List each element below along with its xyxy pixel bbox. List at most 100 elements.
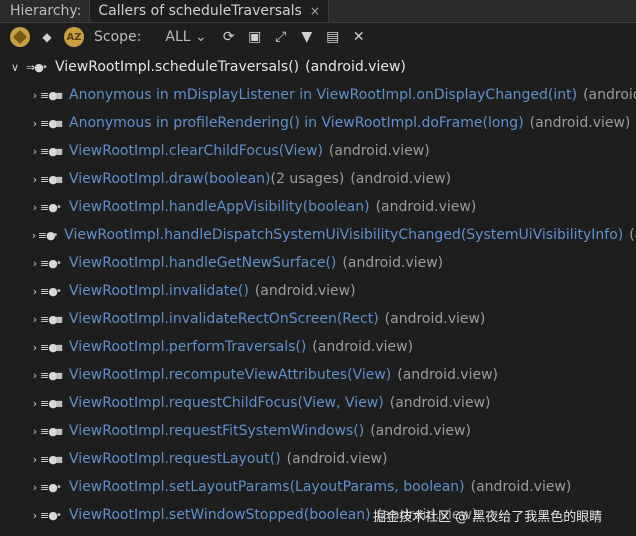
method-name: ViewRootImpl.requestLayout() <box>69 451 281 467</box>
package-name: (android.view) <box>583 87 636 103</box>
package-name: (android.view) <box>384 311 486 327</box>
lock-icon: ■ <box>55 398 63 408</box>
caller-row[interactable]: › ≡● ■ Anonymous in mDisplayListener in Vie… <box>30 82 636 108</box>
package-name: (android.view) <box>375 199 477 215</box>
method-icon: ≡● <box>40 116 58 130</box>
chevron-right-icon[interactable]: › <box>30 397 40 410</box>
caller-row[interactable]: › ≡● • ViewRootImpl.handleGetNewSurface() (a… <box>30 250 636 276</box>
refresh-icon[interactable]: ⟳ <box>219 29 239 45</box>
method-name: ViewRootImpl.setWindowStopped(boolean) <box>69 507 371 523</box>
method-icon: ≡● <box>40 172 58 186</box>
method-name: ViewRootImpl.requestFitSystemWindows() <box>69 423 365 439</box>
root-node[interactable]: ∨ ⇒● • ViewRootImpl.scheduleTraversals()… <box>10 54 636 80</box>
chevron-right-icon[interactable]: › <box>30 257 40 270</box>
caller-row[interactable]: › ≡● • ViewRootImpl.handleAppVisibility(boo… <box>30 194 636 220</box>
lock-icon: ■ <box>55 342 63 352</box>
chevron-right-icon[interactable]: › <box>30 313 40 326</box>
expand-icon[interactable]: ⤢ <box>271 29 291 45</box>
caller-row[interactable]: › ≡● ■ ViewRootImpl.draw(boolean) (2 usages)… <box>30 166 636 192</box>
chevron-right-icon[interactable]: › <box>30 145 40 158</box>
method-icon: ≡● <box>40 312 58 326</box>
close-icon[interactable]: ✕ <box>349 29 369 45</box>
sort-alphabetically-icon[interactable]: AZ <box>64 27 84 47</box>
package-name: (android.view) <box>328 143 430 159</box>
package-name: (android.view) <box>312 339 414 355</box>
callee-hierarchy-icon[interactable]: ◆ <box>40 30 54 44</box>
method-name: ViewRootImpl.clearChildFocus(View) <box>69 143 323 159</box>
caller-row[interactable]: › ≡● • ViewRootImpl.setLayoutParams(LayoutP… <box>30 474 636 500</box>
method-name: Anonymous in profileRendering() in ViewR… <box>69 115 524 131</box>
tab-bar: Hierarchy: Callers of scheduleTraversals… <box>0 0 636 23</box>
method-icon: ≡● <box>40 508 58 522</box>
lock-icon: ■ <box>55 314 63 324</box>
method-icon: ≡● <box>40 368 58 382</box>
lock-icon: ■ <box>55 118 63 128</box>
modifier-dot-icon: • <box>42 61 48 73</box>
package-name: (android.view) <box>286 451 388 467</box>
call-hierarchy-tree: ∨ ⇒● • ViewRootImpl.scheduleTraversals()… <box>0 53 636 536</box>
modifier-dot-icon: • <box>56 509 62 521</box>
method-icon: ≡● <box>37 228 56 242</box>
method-icon: ≡● <box>40 340 58 354</box>
caller-row[interactable]: › ≡● ■ ViewRootImpl.performTraversals() (and… <box>30 334 636 360</box>
modifier-dot-icon: • <box>56 257 62 269</box>
chevron-right-icon[interactable]: › <box>30 509 40 522</box>
caller-row[interactable]: › ≡● ■ ViewRootImpl.clearChildFocus(View) (a… <box>30 138 636 164</box>
chevron-right-icon[interactable]: › <box>30 173 40 186</box>
chevron-right-icon[interactable]: › <box>30 481 40 494</box>
chevron-right-icon[interactable]: › <box>30 201 40 214</box>
hierarchy-label: Hierarchy: <box>10 3 82 19</box>
method-name: ViewRootImpl.performTraversals() <box>69 339 307 355</box>
package-name: (android.view) <box>350 171 452 187</box>
export-icon[interactable]: ▤ <box>323 29 343 45</box>
chevron-right-icon[interactable]: › <box>30 369 40 382</box>
modifier-dot-icon: • <box>56 285 62 297</box>
chevron-right-icon[interactable]: › <box>30 229 38 242</box>
modifier-dot-icon: • <box>56 201 62 213</box>
package-name: (android.view) <box>529 115 631 131</box>
caller-hierarchy-icon[interactable] <box>10 27 30 47</box>
caller-row[interactable]: › ≡● • ViewRootImpl.handleDispatchSystemUiV… <box>30 222 636 248</box>
method-name: ViewRootImpl.recomputeViewAttributes(Vie… <box>69 367 392 383</box>
chevron-down-icon[interactable]: ∨ <box>10 61 20 74</box>
package-name: (android.view) <box>305 59 406 75</box>
chevron-down-icon: ⌄ <box>195 29 207 45</box>
lock-icon: ■ <box>55 426 63 436</box>
caller-row[interactable]: › ≡● ■ ViewRootImpl.requestLayout() (android… <box>30 446 636 472</box>
method-name: ViewRootImpl.invalidateRectOnScreen(Rect… <box>69 311 379 327</box>
caller-row[interactable]: › ≡● • ViewRootImpl.invalidate() (android.vi… <box>30 278 636 304</box>
tab-close-icon[interactable]: × <box>310 4 320 18</box>
method-name: ViewRootImpl.setLayoutParams(LayoutParam… <box>69 479 465 495</box>
method-icon: ≡● <box>40 88 58 102</box>
method-icon: ≡● <box>40 200 58 214</box>
package-name: (android.view) <box>389 395 491 411</box>
method-name: ViewRootImpl.handleDispatchSystemUiVisib… <box>64 227 624 243</box>
caller-row[interactable]: › ≡● ■ ViewRootImpl.recomputeViewAttributes… <box>30 362 636 388</box>
package-name: (android.view) <box>470 479 572 495</box>
chevron-right-icon[interactable]: › <box>30 453 40 466</box>
tab-callers-of-scheduletraversals[interactable]: Callers of scheduleTraversals × <box>89 0 329 22</box>
method-name: ViewRootImpl.invalidate() <box>69 283 249 299</box>
chevron-right-icon[interactable]: › <box>30 89 40 102</box>
caller-row[interactable]: › ≡● ■ ViewRootImpl.requestFitSystemWindows… <box>30 418 636 444</box>
lock-icon: ■ <box>55 146 63 156</box>
method-name: Anonymous in mDisplayListener in ViewRoo… <box>69 87 578 103</box>
caller-row[interactable]: › ≡● ■ Anonymous in profileRendering() in V… <box>30 110 636 136</box>
package-name: (android.view) <box>254 283 356 299</box>
method-name: ViewRootImpl.handleGetNewSurface() <box>69 255 337 271</box>
lock-icon: ■ <box>55 370 63 380</box>
caller-row[interactable]: › ≡● ■ ViewRootImpl.invalidateRectOnScreen(… <box>30 306 636 332</box>
chevron-right-icon[interactable]: › <box>30 425 40 438</box>
lock-icon: ■ <box>55 454 63 464</box>
terminal-icon[interactable]: ▣ <box>245 29 265 45</box>
chevron-right-icon[interactable]: › <box>30 117 40 130</box>
package-name: (android.view) <box>370 423 471 439</box>
watermark: 掘金技术社区 @ 黑夜给了我黑色的眼睛 <box>373 510 603 525</box>
chevron-right-icon[interactable]: › <box>30 285 40 298</box>
scope-dropdown[interactable]: ALL ⌄ <box>165 29 206 45</box>
pin-icon[interactable]: ▼ <box>297 29 317 45</box>
scope-value: ALL <box>165 29 191 45</box>
chevron-right-icon[interactable]: › <box>30 341 40 354</box>
caller-row[interactable]: › ≡● ■ ViewRootImpl.requestChildFocus(View,… <box>30 390 636 416</box>
usage-count: (2 usages) <box>270 171 345 187</box>
